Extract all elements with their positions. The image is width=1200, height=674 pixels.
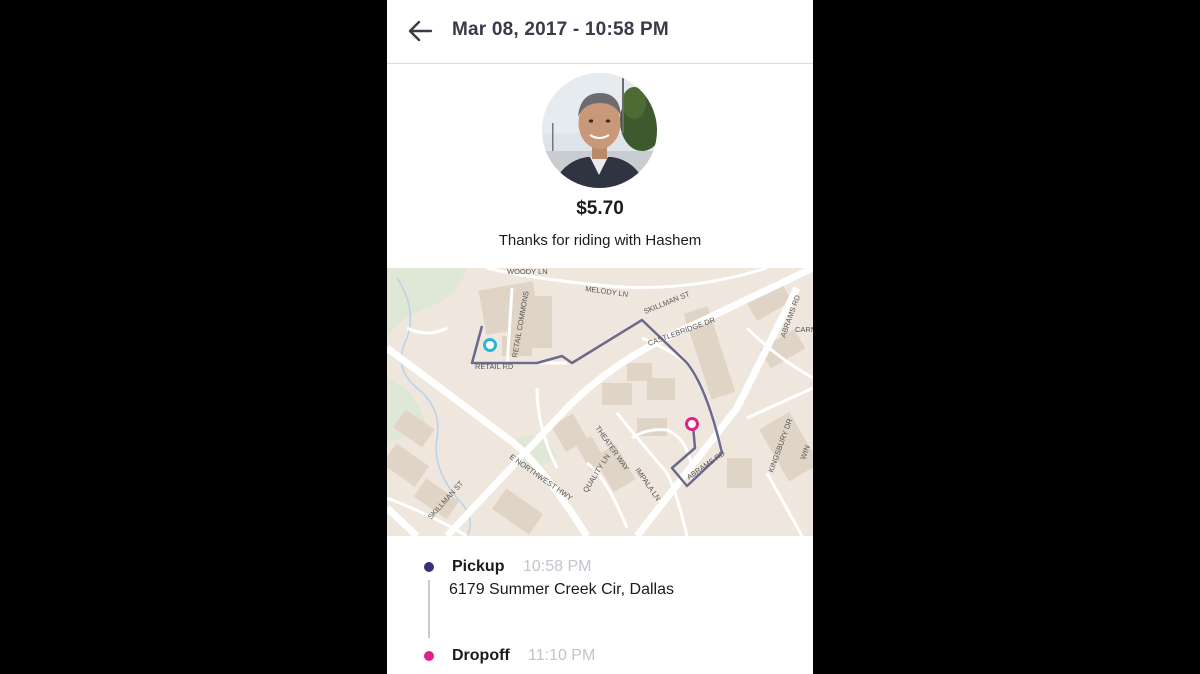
arrow-left-icon [408, 20, 433, 42]
street-label: SKILLMAN ST [642, 289, 691, 316]
ride-receipt-screen: Mar 08, 2017 - 10:58 PM $5.70 Thanks for… [387, 0, 813, 674]
pickup-pin-icon[interactable] [483, 338, 497, 352]
street-label: RETAIL RD [475, 362, 514, 371]
pickup-dot-icon [424, 562, 434, 572]
route-map[interactable]: WOODY LN MELODY LN SKILLMAN ST RETAIL CO… [387, 268, 813, 536]
dropoff-time: 11:10 PM [528, 647, 596, 664]
page-title: Mar 08, 2017 - 10:58 PM [452, 19, 669, 40]
back-button[interactable] [405, 16, 435, 46]
fare-amount: $5.70 [576, 198, 624, 219]
park-area [387, 268, 467, 338]
pickup-time: 10:58 PM [523, 558, 592, 575]
driver-avatar [542, 73, 657, 188]
timeline-connector [428, 580, 430, 638]
street-label: WOODY LN [507, 268, 548, 276]
pickup-address: 6179 Summer Creek Cir, Dallas [449, 581, 674, 598]
dropoff-label: Dropoff [452, 647, 510, 664]
street-label: IMPALA LN [633, 466, 662, 502]
street-label: CARM [795, 325, 813, 334]
pickup-label: Pickup [452, 558, 505, 575]
dropoff-dot-icon [424, 651, 434, 661]
header-bar: Mar 08, 2017 - 10:58 PM [387, 0, 813, 64]
dropoff-pin-icon[interactable] [685, 417, 699, 431]
thanks-message: Thanks for riding with Hashem [498, 232, 702, 249]
